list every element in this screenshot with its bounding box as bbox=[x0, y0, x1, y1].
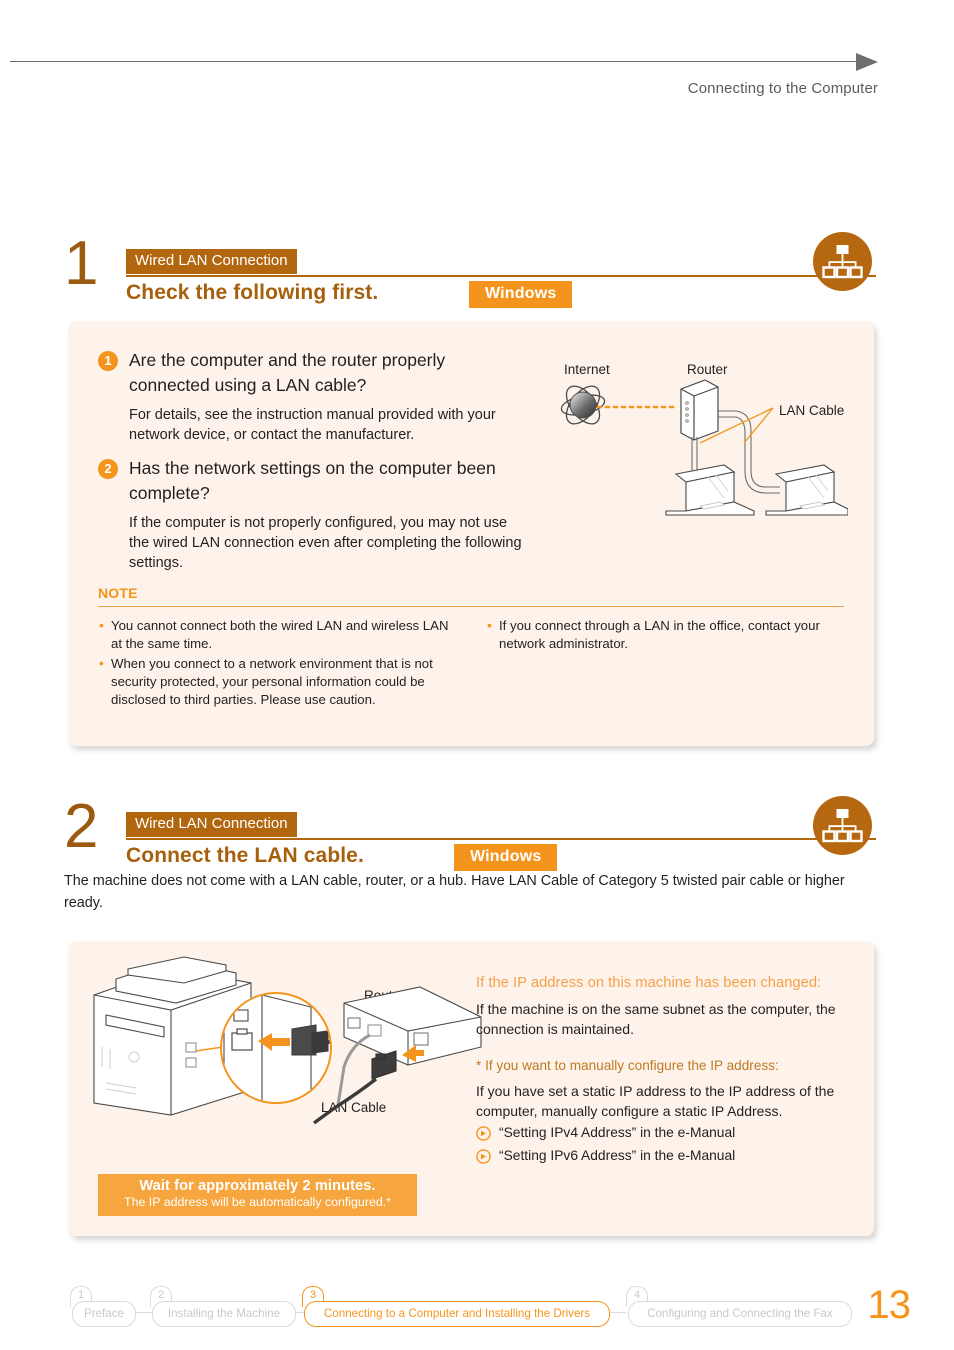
note-divider bbox=[98, 606, 844, 607]
step-2-intro-text: The machine does not come with a LAN cab… bbox=[64, 873, 845, 911]
ip-changed-body: If the machine is on the same subnet as … bbox=[476, 1001, 836, 1037]
crumb-configuring-fax[interactable]: Configuring and Connecting the Fax bbox=[628, 1301, 852, 1327]
crumb-connector bbox=[608, 1312, 626, 1314]
wait-banner-main: Wait for approximately 2 minutes. bbox=[139, 1178, 376, 1194]
crumb-preface[interactable]: Preface bbox=[72, 1301, 136, 1327]
emanual-link-ipv4[interactable]: “Setting IPv4 Address” in the e-Manual bbox=[476, 1125, 736, 1141]
checklist-body-1: For details, see the instruction manual … bbox=[129, 407, 496, 443]
crumb-connecting-to-a-computer[interactable]: Connecting to a Computer and Installing … bbox=[304, 1301, 610, 1327]
checklist-body-2: If the computer is not properly configur… bbox=[129, 515, 522, 571]
circle-arrow-icon bbox=[476, 1126, 491, 1141]
wired-lan-icon bbox=[813, 796, 872, 855]
step-2-tag: Wired LAN Connection bbox=[126, 812, 297, 837]
note-left-column: You cannot connect both the wired LAN an… bbox=[98, 616, 458, 711]
note-right-column: If you connect through a LAN in the offi… bbox=[486, 616, 836, 655]
note-item: If you connect through a LAN in the offi… bbox=[486, 616, 836, 653]
manual-config-heading: * If you want to manually configure the … bbox=[476, 1058, 779, 1073]
step-2-title: Connect the LAN cable. bbox=[126, 844, 364, 867]
check-first-panel: 1 Are the computer and the router proper… bbox=[68, 321, 874, 746]
note-item: When you connect to a network environmen… bbox=[98, 654, 458, 709]
emanual-link-label: “Setting IPv6 Address” in the e-Manual bbox=[499, 1148, 736, 1163]
manual-config-body: If you have set a static IP address to t… bbox=[476, 1083, 835, 1119]
ip-changed-heading: If the IP address on this machine has be… bbox=[476, 975, 822, 991]
header-divider bbox=[10, 61, 872, 62]
wait-banner: Wait for approximately 2 minutes. The IP… bbox=[98, 1174, 417, 1216]
checklist-item-1: 1 Are the computer and the router proper… bbox=[98, 348, 513, 445]
step-2-number: 2 bbox=[64, 792, 99, 861]
page-header-title: Connecting to the Computer bbox=[687, 80, 878, 97]
page-number: 13 bbox=[867, 1283, 911, 1327]
crumb-installing-the-machine[interactable]: Installing the Machine bbox=[152, 1301, 296, 1327]
step-2-rule bbox=[126, 838, 876, 840]
network-diagram bbox=[560, 379, 848, 516]
step-1-rule bbox=[126, 275, 876, 277]
checklist-item-2: 2 Has the network settings on the comput… bbox=[98, 456, 528, 573]
note-item: You cannot connect both the wired LAN an… bbox=[98, 616, 458, 653]
printer-connection-diagram bbox=[93, 956, 482, 1125]
emanual-link-ipv6[interactable]: “Setting IPv6 Address” in the e-Manual bbox=[476, 1148, 736, 1164]
step-1-os-badge: Windows bbox=[469, 281, 573, 308]
checklist-number-1: 1 bbox=[98, 351, 118, 371]
note-title: NOTE bbox=[98, 585, 138, 601]
step-1-heading: 1 Wired LAN Connection Check the followi… bbox=[64, 233, 876, 313]
header-arrow-icon bbox=[856, 53, 878, 71]
checklist-heading-1: Are the computer and the router properly… bbox=[129, 350, 446, 395]
crumb-connector bbox=[134, 1312, 152, 1314]
wired-lan-icon bbox=[813, 232, 872, 291]
emanual-link-label: “Setting IPv4 Address” in the e-Manual bbox=[499, 1125, 736, 1140]
checklist-heading-2: Has the network settings on the computer… bbox=[129, 458, 496, 503]
step-1-title: Check the following first. bbox=[126, 281, 379, 304]
wait-banner-sub: The IP address will be automatically con… bbox=[124, 1195, 391, 1209]
circle-arrow-icon bbox=[476, 1149, 491, 1164]
checklist-number-2: 2 bbox=[98, 459, 118, 479]
step-1-number: 1 bbox=[64, 229, 99, 298]
step-1-tag: Wired LAN Connection bbox=[126, 249, 297, 274]
step-2-heading: 2 Wired LAN Connection Connect the LAN c… bbox=[64, 796, 876, 876]
step-2-os-badge: Windows bbox=[454, 844, 558, 871]
